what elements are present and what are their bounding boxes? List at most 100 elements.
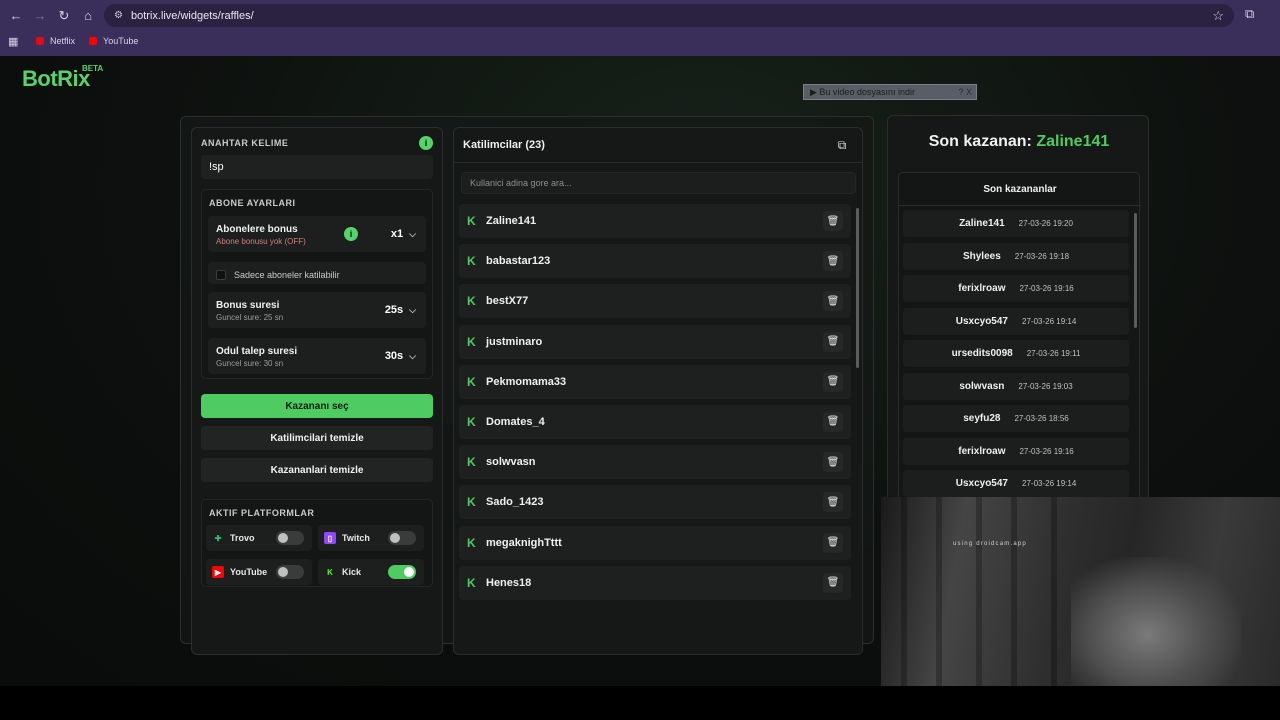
- winner-name: ferixlroaw: [958, 445, 1006, 457]
- keyword-input[interactable]: !sp: [201, 155, 433, 179]
- video-download-bar[interactable]: ▶ Bu video dosyasını indir ? X: [803, 84, 977, 100]
- active-platforms: AKTIF PLATFORMLAR ✚ Trovo ▯ Twitch ▶ You…: [201, 499, 433, 587]
- youtube-toggle[interactable]: [276, 565, 304, 579]
- participant-name: justminaro: [486, 335, 543, 348]
- bonus-time-select[interactable]: 25s ⌵: [385, 304, 416, 316]
- participant-row: Kjustminaro 🗑: [459, 324, 851, 359]
- participant-name: Henes18: [486, 576, 532, 589]
- participant-name: Pekmomama33: [486, 375, 567, 388]
- subs-only-row[interactable]: Sadece aboneler katilabilir: [208, 262, 426, 284]
- reload-icon[interactable]: ↻: [52, 4, 76, 28]
- participant-row: KmegaknighTttt 🗑: [459, 525, 851, 560]
- site-settings-icon[interactable]: ⚙: [114, 10, 123, 21]
- winner-name: ferixlroaw: [958, 283, 1006, 294]
- subscriber-settings: ABONE AYARLARI Abonelere bonus Abone bon…: [201, 189, 433, 379]
- netflix-icon: [36, 37, 44, 45]
- trash-icon[interactable]: 🗑: [823, 371, 843, 392]
- back-icon[interactable]: ←: [4, 4, 28, 28]
- participant-row: K Pekmomama33 🗑: [459, 364, 851, 399]
- settings-panel: ANAHTAR KELIME i !sp ABONE AYARLARI Abon…: [191, 127, 443, 655]
- forward-icon[interactable]: →: [28, 4, 52, 28]
- winner-name: seyfu28: [963, 413, 1001, 424]
- divider: [454, 162, 862, 163]
- trash-icon[interactable]: 🗑: [823, 492, 843, 513]
- recent-winners-list: Zaline141 27-03-26 19:20 Shylees 27-03-26 1…: [903, 210, 1129, 503]
- copy-icon[interactable]: ⧉: [834, 137, 850, 153]
- winners-scrollbar[interactable]: [1134, 213, 1137, 328]
- sub-bonus-title: Abonelere bonus: [216, 224, 298, 235]
- trovo-toggle[interactable]: [276, 531, 304, 545]
- trash-icon[interactable]: 🗑: [823, 251, 843, 272]
- subscriber-settings-title: ABONE AYARLARI: [209, 198, 296, 208]
- trash-icon[interactable]: 🗑: [823, 572, 843, 593]
- platform-twitch: ▯ Twitch: [318, 525, 424, 551]
- trash-icon[interactable]: 🗑: [823, 452, 843, 473]
- winner-row: ursedits0098 27-03-26 19:11: [903, 340, 1129, 367]
- winner-row: Usxcyo547 27-03-26 19:14: [903, 307, 1129, 335]
- youtube-icon: [89, 37, 98, 45]
- recent-winners-title: Son kazananlar: [983, 184, 1057, 195]
- trash-icon[interactable]: 🗑: [823, 211, 843, 231]
- address-row: ← → ↻ ⌂ ⚙ botrix.live/widgets/raffles/ ☆…: [0, 0, 1280, 31]
- winner-time: 27-03-26 19:03: [1018, 381, 1073, 391]
- clear-participants-button[interactable]: Katilimcilari temizle: [201, 426, 433, 450]
- participant-row: K Henes18 🗑: [459, 565, 851, 600]
- kick-icon: K: [467, 374, 476, 389]
- bonus-time-sub: Guncel sure: 25 sn: [216, 313, 284, 322]
- winner-name: Usxcyo547: [955, 478, 1008, 489]
- bonus-time-title: Bonus suresi: [216, 300, 280, 311]
- clear-winners-button[interactable]: Kazananlari temizle: [201, 458, 433, 482]
- extensions-icon[interactable]: ⧉: [1245, 6, 1254, 22]
- bookmark-star-icon[interactable]: ☆: [1212, 8, 1224, 24]
- address-bar[interactable]: ⚙ botrix.live/widgets/raffles/ ☆: [104, 4, 1234, 27]
- trash-icon[interactable]: 🗑: [823, 331, 843, 352]
- sub-bonus-select[interactable]: x1 ⌵: [391, 228, 416, 240]
- participant-search-input[interactable]: Kullanici adina gore ara...: [461, 172, 856, 194]
- winner-row: Zaline141 27-03-26 19:20: [903, 210, 1129, 237]
- bookmark-youtube[interactable]: YouTube: [89, 36, 138, 46]
- platforms-title: AKTIF PLATFORMLAR: [209, 508, 315, 518]
- kick-icon: K: [467, 294, 476, 309]
- winner-row: ferixlroaw 27-03-26 19:16: [903, 437, 1129, 465]
- participant-row: Ksolwvasn 🗑: [459, 445, 851, 480]
- trash-icon[interactable]: 🗑: [823, 411, 843, 432]
- winner-row: solwvasn 27-03-26 19:03: [903, 372, 1129, 400]
- apps-grid-icon[interactable]: ▦: [8, 35, 22, 48]
- sub-bonus-info-icon[interactable]: i: [344, 227, 358, 241]
- last-winner-name: Zaline141: [1036, 133, 1110, 150]
- twitch-toggle[interactable]: [388, 531, 416, 545]
- url-text: botrix.live/widgets/raffles/: [130, 9, 254, 22]
- kick-icon: K: [327, 567, 333, 577]
- kick-icon: K: [467, 455, 476, 470]
- keyword-info-icon[interactable]: i: [419, 136, 433, 150]
- participant-list: K Zaline141 🗑 Kbabastar123 🗑 KbestX77 🗑 Kjustmi…: [459, 204, 851, 606]
- video-download-buttons[interactable]: ? X: [958, 87, 972, 97]
- platform-kick: K Kick: [318, 559, 424, 585]
- home-icon[interactable]: ⌂: [76, 4, 100, 28]
- participant-name: solwvasn: [486, 456, 536, 469]
- keyword-title: ANAHTAR KELIME: [201, 138, 289, 148]
- bookmark-netflix[interactable]: Netflix: [36, 36, 75, 46]
- participant-name: Sado_1423: [486, 496, 544, 509]
- winner-row: ferixlroaw 27-03-26 19:16: [903, 275, 1129, 302]
- kick-toggle[interactable]: [388, 565, 416, 579]
- webcam-person: [1071, 557, 1241, 686]
- trash-icon[interactable]: 🗑: [823, 532, 843, 553]
- winner-time: 27-03-26 19:14: [1022, 479, 1077, 488]
- participant-name: bestX77: [486, 295, 529, 308]
- winner-time: 27-03-26 19:14: [1022, 316, 1077, 326]
- winner-time: 27-03-26 19:20: [1018, 219, 1073, 228]
- subs-only-checkbox[interactable]: [216, 270, 226, 280]
- winner-time: 27-03-26 19:16: [1019, 446, 1074, 456]
- trash-icon[interactable]: 🗑: [823, 291, 843, 312]
- botrix-logo[interactable]: BotRix: [22, 66, 90, 92]
- taskbar-strip: [0, 686, 1280, 720]
- claim-time-select[interactable]: 30s ⌵: [385, 350, 416, 362]
- platform-youtube: ▶ YouTube: [206, 559, 312, 585]
- claim-time-sub: Guncel sure: 30 sn: [216, 359, 284, 368]
- winner-row: Usxcyo547 27-03-26 19:14: [903, 470, 1129, 497]
- participants-scrollbar[interactable]: [856, 208, 859, 368]
- pick-winner-button[interactable]: Kazananı seç: [201, 394, 433, 418]
- bonus-time-card: Bonus suresi Guncel sure: 25 sn 25s ⌵: [208, 292, 426, 328]
- chevron-down-icon: ⌵: [409, 351, 416, 361]
